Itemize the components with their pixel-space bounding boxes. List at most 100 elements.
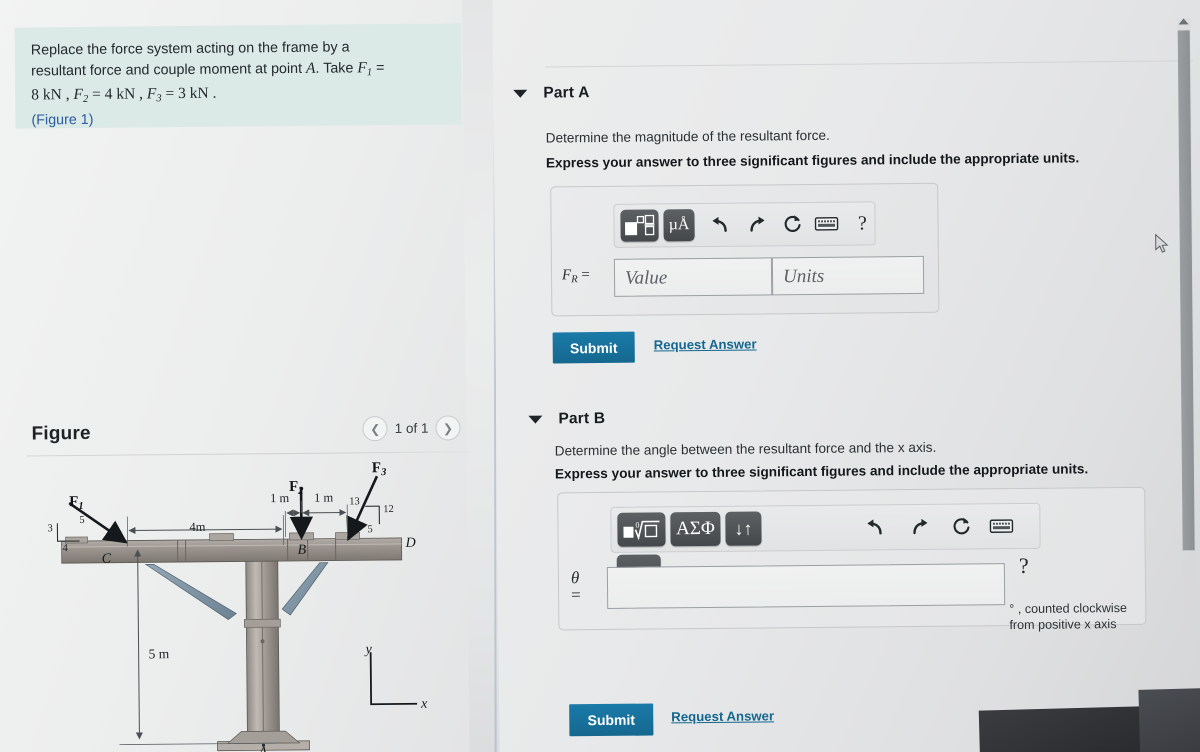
f2-value: 4 kN (104, 85, 136, 103)
part-b-title: Part B (558, 409, 606, 428)
figure-f1-sub: 1 (78, 500, 84, 513)
figure-tri1-b: 4 (62, 543, 68, 555)
f2-symbol: F (73, 85, 84, 104)
monitor-bezel-corner (1138, 686, 1200, 752)
part-b-request-answer-link[interactable]: Request Answer (671, 708, 774, 724)
figure-header: Figure ❮ 1 of 1 ❯ (26, 409, 466, 455)
screenshot-root: Replace the force system acting on the f… (0, 0, 1200, 752)
part-a-answer-card: µÅ ? FR = Value Units (550, 182, 940, 317)
figure-diagram[interactable]: F1 F2 F3 3 4 5 13 12 5 4m 1 m 1 m 5 m B … (17, 453, 480, 752)
part-a-instruction: Express your answer to three significant… (545, 150, 1080, 171)
part-a-question: Determine the magnitude of the resultant… (545, 127, 830, 146)
equals-2: = (88, 85, 105, 103)
part-b-answer-eq: = (570, 585, 581, 605)
figure-prev-button[interactable]: ❮ (362, 416, 388, 442)
part-a-submit-button[interactable]: Submit (552, 331, 635, 364)
help-icon-label: ? (1018, 552, 1029, 578)
sort-arrows-label: ↓↑ (734, 518, 753, 539)
part-a-toolbar: µÅ ? (613, 201, 876, 248)
part-a-title: Part A (543, 84, 590, 102)
top-divider (545, 60, 1193, 68)
f1-symbol: F (357, 58, 367, 76)
figure-pager-label: 1 of 1 (394, 420, 429, 436)
part-a-answer-eq: = (581, 267, 590, 284)
figure-tri3-b: 12 (383, 503, 394, 516)
part-b-instruction: Express your answer to three significant… (554, 461, 1089, 482)
figure-1-link[interactable]: (Figure 1) (31, 107, 445, 130)
right-panel: Part A Determine the magnitude of the re… (492, 0, 1200, 752)
help-icon[interactable]: ? (1011, 553, 1037, 579)
equals-1: = (371, 59, 385, 76)
part-b-answer-label: θ = (570, 568, 581, 605)
figure-tri1-a: 3 (47, 523, 53, 535)
figure-dim-1m-left: 1 m (270, 490, 290, 506)
part-b-suffix-note: ° , counted clockwise from positive x ax… (1009, 600, 1149, 633)
root-template-button[interactable]: 0 (617, 512, 666, 547)
equals-3: = (161, 85, 179, 103)
figure-tri3-c: 5 (367, 524, 373, 536)
figure-point-b: B (297, 542, 307, 558)
figure-pager: ❮ 1 of 1 ❯ (362, 415, 461, 442)
part-a-answer-label: FR = (561, 267, 590, 286)
left-panel: Replace the force system acting on the f… (0, 0, 470, 752)
theta-symbol: θ (570, 568, 580, 588)
units-input[interactable]: Units (771, 255, 925, 296)
part-a-header[interactable]: Part A (513, 84, 590, 103)
part-b-toolbar: 0 ΑΣΦ ↓↑ (610, 502, 1041, 553)
figure-point-c: C (101, 551, 112, 567)
frame-diagram-svg (56, 475, 418, 752)
problem-line-2-post: . Take (315, 59, 358, 77)
figure-point-a: A (259, 745, 268, 752)
part-a-request-answer-link[interactable]: Request Answer (654, 337, 757, 353)
theta-input[interactable] (606, 563, 1006, 609)
help-icon-label: ? (857, 211, 867, 235)
figure-next-button[interactable]: ❯ (435, 415, 461, 441)
units-button[interactable]: µÅ (662, 209, 696, 242)
help-icon[interactable]: ? (850, 207, 875, 239)
caret-down-icon[interactable] (513, 89, 528, 98)
redo-icon[interactable] (743, 208, 770, 240)
part-b-submit-button[interactable]: Submit (569, 703, 654, 737)
figure-f3-sub: 3 (381, 467, 387, 479)
problem-line-1: Replace the force system acting on the f… (30, 39, 350, 59)
value-input[interactable]: Value (613, 257, 773, 297)
part-b-answer-card: 0 ΑΣΦ ↓↑ ? θ = ° , counted clockwise fro… (557, 486, 1149, 633)
figure-tri1-c: 5 (79, 514, 85, 527)
scroll-up-arrow-icon[interactable] (1178, 18, 1189, 25)
template-button[interactable] (620, 209, 659, 242)
figure-f2-label: F2 (288, 478, 304, 497)
part-b-question: Determine the angle between the resultan… (554, 439, 937, 459)
problem-statement-box: Replace the force system acting on the f… (14, 23, 462, 130)
undo-icon[interactable] (707, 209, 734, 241)
keyboard-icon[interactable] (987, 509, 1015, 543)
reset-icon[interactable] (947, 509, 975, 543)
problem-line-2-pre: resultant force and couple moment at poi… (30, 60, 307, 79)
figure-f2-sub: 2 (298, 485, 304, 497)
suffix-line-2: from positive x axis (1009, 617, 1117, 633)
suffix-line-1: ° , counted clockwise (1009, 600, 1128, 617)
comma-2: , (135, 85, 147, 103)
greek-symbols-label: ΑΣΦ (676, 517, 715, 540)
figure-dim-5m: 5 m (148, 646, 170, 662)
figure-title: Figure (31, 422, 91, 445)
keyboard-icon[interactable] (814, 208, 841, 240)
undo-icon[interactable] (861, 510, 889, 544)
problem-statement-text: Replace the force system acting on the f… (15, 23, 462, 130)
value-placeholder: Value (624, 266, 668, 289)
f3-symbol: F (146, 85, 157, 103)
figure-tri3-a: 13 (349, 496, 360, 508)
redo-icon[interactable] (905, 510, 933, 544)
part-b-header[interactable]: Part B (528, 410, 605, 429)
units-button-label: µÅ (668, 216, 690, 234)
sort-arrows-button[interactable]: ↓↑ (725, 511, 762, 546)
figure-axis-x: x (421, 696, 428, 712)
figure-f3-label: F3 (371, 460, 387, 479)
reset-icon[interactable] (779, 208, 806, 240)
figure-axis-y: y (365, 642, 372, 658)
figure-f1-label: F1 (69, 494, 84, 513)
caret-down-icon[interactable] (528, 415, 543, 424)
figure-point-d: D (405, 535, 416, 551)
figure-dim-4m: 4m (189, 519, 206, 534)
greek-symbols-button[interactable]: ΑΣΦ (670, 511, 721, 547)
period-1: . (208, 84, 217, 102)
